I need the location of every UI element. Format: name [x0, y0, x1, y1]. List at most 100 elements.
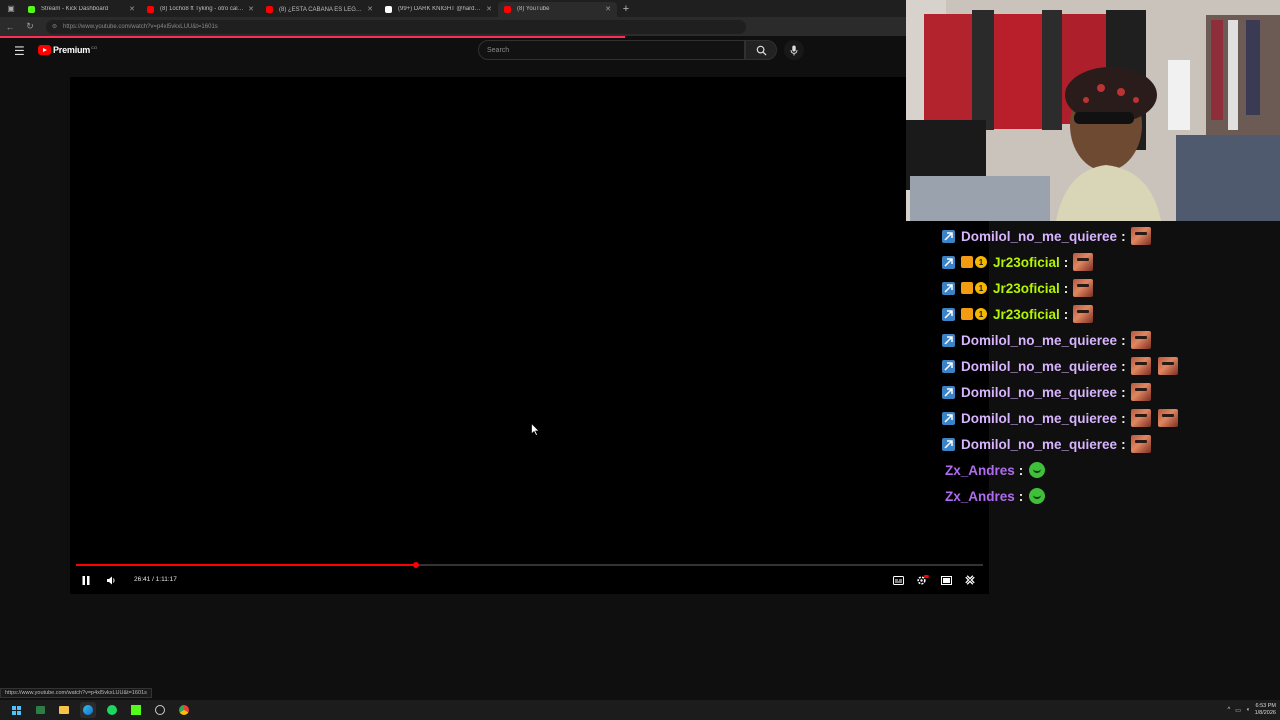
terminal-icon[interactable] [32, 702, 48, 718]
browser-toolbar: ← ↻ ⊜ https://www.youtube.com/watch?v=p4… [0, 17, 906, 36]
network-icon[interactable]: ▭ [1235, 707, 1241, 714]
tab-close-icon[interactable]: ✕ [248, 5, 254, 13]
tab-favicon-icon [266, 5, 273, 13]
start-icon[interactable] [8, 702, 24, 718]
chat-message: 1 Jr23oficial: [938, 302, 1100, 326]
face-emote-icon [1157, 357, 1178, 375]
new-tab-button[interactable]: + [617, 3, 635, 15]
chat-separator: : [1121, 436, 1126, 452]
volume-button[interactable] [104, 573, 118, 587]
address-bar[interactable]: ⊜ https://www.youtube.com/watch?v=p4xl5v… [46, 19, 746, 34]
back-arrow-icon[interactable]: ← [0, 22, 20, 32]
tab-favicon-icon [147, 5, 154, 13]
first-badge-icon: 1 [975, 256, 987, 268]
chat-username[interactable]: Domilol_no_me_quieree [961, 385, 1117, 400]
mouse-cursor-icon [531, 423, 540, 436]
webcam-feed-image [906, 0, 1280, 221]
webcam-overlay [906, 0, 1280, 221]
chat-username[interactable]: Domilol_no_me_quieree [961, 437, 1117, 452]
face-emote-icon [1130, 435, 1151, 453]
miniplayer-icon [940, 575, 952, 585]
subscriber-badge-icon [942, 229, 955, 243]
pause-icon [82, 575, 90, 585]
gift-badge-icon [961, 282, 973, 294]
tab-favicon-icon [28, 5, 35, 13]
chat-message: Zx_Andres: [938, 458, 1046, 482]
captions-icon [892, 575, 904, 585]
browser-tab[interactable]: Stream - Kick Dashboard ✕ [22, 2, 141, 17]
subscriber-badge-icon [942, 281, 955, 295]
browser-tab[interactable]: (99+) DARK KNIGHT @harden0fi ✕ [379, 2, 498, 17]
edge-browser-icon[interactable] [80, 702, 96, 718]
chat-separator: : [1121, 384, 1126, 400]
chat-separator: : [1063, 254, 1069, 270]
pause-button[interactable] [79, 573, 93, 587]
first-badge-icon: 1 [975, 308, 987, 320]
green-smile-emote-icon [1029, 488, 1046, 504]
subscriber-badge-icon [942, 385, 955, 399]
chat-username[interactable]: Zx_Andres [945, 489, 1015, 504]
chat-overlay: Domilol_no_me_quieree: 1 Jr23oficial: 1 Jr23… [938, 224, 1278, 514]
face-emote-icon [1073, 253, 1094, 271]
chat-message: Domilol_no_me_quieree: [938, 432, 1158, 456]
search-input[interactable]: Search [478, 40, 745, 60]
chat-message: 1 Jr23oficial: [938, 276, 1100, 300]
volume-icon [106, 576, 115, 584]
subscriber-badge-icon [942, 307, 955, 321]
tab-title: (8) YouTube [517, 6, 550, 12]
obs-icon[interactable] [152, 702, 168, 718]
chevron-up-icon[interactable]: ^ [1227, 707, 1230, 713]
menu-icon[interactable]: ☰ [14, 44, 25, 58]
chat-username[interactable]: Domilol_no_me_quieree [961, 229, 1117, 244]
chat-message: 1 Jr23oficial: [938, 250, 1100, 274]
chat-message: Domilol_no_me_quieree: [938, 328, 1158, 352]
chat-separator: : [1121, 358, 1126, 374]
tab-title: (99+) DARK KNIGHT @harden0fi [398, 6, 483, 12]
browser-tab[interactable]: (8) ¿ESTA CABAÑA ES LEGAL? 😳✕ [260, 2, 379, 17]
chat-message: Domilol_no_me_quieree: [938, 354, 1185, 378]
chat-message: Zx_Andres: [938, 484, 1046, 508]
chat-separator: : [1121, 332, 1126, 348]
chat-username[interactable]: Zx_Andres [945, 463, 1015, 478]
microphone-icon [790, 45, 798, 55]
chat-username[interactable]: Jr23oficial [993, 281, 1060, 296]
chat-username[interactable]: Domilol_no_me_quieree [961, 411, 1117, 426]
video-player[interactable]: 26:41 / 1:11:17 [70, 77, 989, 594]
tab-search-icon[interactable]: ▣ [0, 0, 22, 17]
time-display: 26:41 / 1:11:17 [134, 576, 177, 583]
progress-played [76, 564, 416, 566]
reload-icon[interactable]: ↻ [20, 21, 40, 32]
chrome-icon[interactable] [176, 702, 192, 718]
clock-time: 6:53 PM [1255, 703, 1276, 709]
search-button[interactable] [745, 40, 777, 60]
site-info-icon[interactable]: ⊜ [52, 23, 57, 30]
chat-message: Domilol_no_me_quieree: [938, 380, 1158, 404]
subtitles-button[interactable] [890, 573, 906, 587]
windows-taskbar: ^ ▭ ◖ 6:53 PM 1/8/2026 [0, 700, 1280, 720]
file-explorer-icon[interactable] [56, 702, 72, 718]
browser-tab[interactable]: (8) YouTube ✕ [498, 1, 617, 17]
chat-username[interactable]: Domilol_no_me_quieree [961, 359, 1117, 374]
chat-username[interactable]: Jr23oficial [993, 307, 1060, 322]
face-emote-icon [1073, 305, 1094, 323]
tab-close-icon[interactable]: ✕ [486, 5, 492, 13]
voice-search-button[interactable] [784, 40, 804, 60]
system-clock[interactable]: 6:53 PM 1/8/2026 [1255, 703, 1276, 717]
fullscreen-button[interactable] [962, 573, 978, 587]
tab-close-icon[interactable]: ✕ [605, 5, 611, 13]
tab-close-icon[interactable]: ✕ [129, 5, 135, 13]
spotify-icon[interactable] [104, 702, 120, 718]
scrubber-handle[interactable] [412, 562, 419, 568]
browser-tab[interactable]: (8) 1ocho8 ft Tyking - otro caldo ✕ [141, 2, 260, 17]
chat-username[interactable]: Jr23oficial [993, 255, 1060, 270]
youtube-premium-logo[interactable]: Premium CO [38, 45, 97, 55]
kick-icon[interactable] [128, 702, 144, 718]
progress-bar[interactable] [76, 562, 983, 568]
tab-close-icon[interactable]: ✕ [367, 5, 373, 13]
fullscreen-exit-icon [965, 575, 975, 585]
subscriber-badge-icon [942, 411, 955, 425]
miniplayer-button[interactable] [938, 573, 954, 587]
settings-button[interactable] [914, 573, 930, 587]
chat-username[interactable]: Domilol_no_me_quieree [961, 333, 1117, 348]
volume-tray-icon[interactable]: ◖ [1246, 707, 1250, 713]
